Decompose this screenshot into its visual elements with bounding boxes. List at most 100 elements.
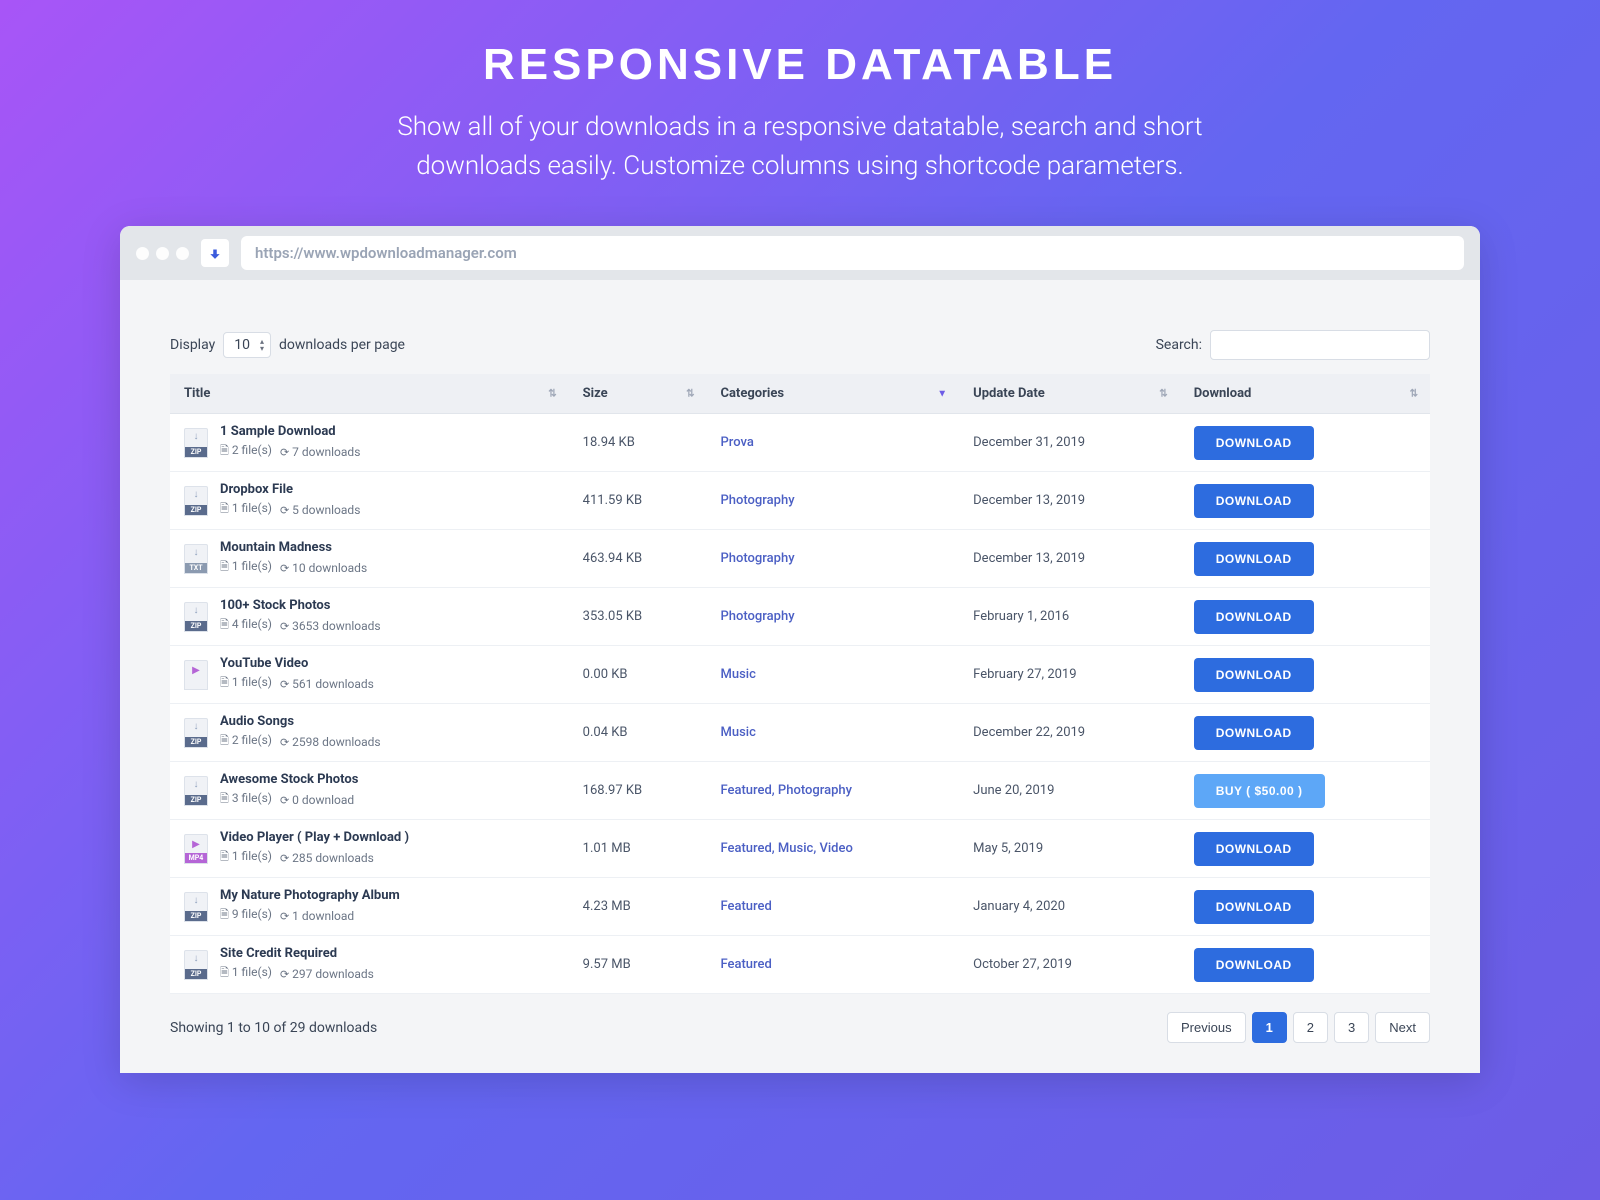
table-row: ↓ZIP Awesome Stock Photos 🗎 3 file(s) ⟳ … (170, 762, 1430, 820)
maximize-icon[interactable] (176, 247, 189, 260)
download-count: ⟳ 10 downloads (280, 561, 367, 575)
col-update-date[interactable]: Update Date⇅ (959, 374, 1180, 414)
date-cell: February 27, 2019 (959, 646, 1180, 704)
download-count: ⟳ 561 downloads (280, 677, 374, 691)
date-cell: December 22, 2019 (959, 704, 1180, 762)
download-count: ⟳ 5 downloads (280, 503, 360, 517)
chevron-updown-icon: ▴▾ (260, 338, 264, 352)
buy-button[interactable]: BUY ( $50.00 ) (1194, 774, 1325, 808)
date-cell: October 27, 2019 (959, 936, 1180, 994)
display-label: Display (170, 337, 215, 353)
table-row: ↓TXT Mountain Madness 🗎 1 file(s) ⟳ 10 d… (170, 530, 1430, 588)
download-count: ⟳ 297 downloads (280, 967, 374, 981)
table-row: ▶MP4 Video Player ( Play + Download ) 🗎 … (170, 820, 1430, 878)
category-link[interactable]: Featured, Music, Video (720, 841, 852, 856)
file-type-icon: ↓TXT (184, 544, 208, 574)
category-link[interactable]: Music (720, 667, 755, 682)
table-row: ↓ZIP My Nature Photography Album 🗎 9 fil… (170, 878, 1430, 936)
date-cell: January 4, 2020 (959, 878, 1180, 936)
date-cell: December 13, 2019 (959, 472, 1180, 530)
date-cell: February 1, 2016 (959, 588, 1180, 646)
download-title[interactable]: My Nature Photography Album (220, 888, 400, 903)
page-number-button[interactable]: 2 (1293, 1012, 1328, 1043)
download-title[interactable]: YouTube Video (220, 656, 374, 671)
download-title[interactable]: Dropbox File (220, 482, 360, 497)
download-button[interactable]: DOWNLOAD (1194, 484, 1314, 518)
category-link[interactable]: Featured (720, 899, 771, 914)
table-row: ▶ YouTube Video 🗎 1 file(s) ⟳ 561 downlo… (170, 646, 1430, 704)
file-type-icon: ▶ (184, 660, 208, 690)
file-type-icon: ↓ZIP (184, 950, 208, 980)
download-count: ⟳ 7 downloads (280, 445, 360, 459)
page-title: RESPONSIVE DATATABLE (80, 40, 1520, 90)
file-type-icon: ↓ZIP (184, 718, 208, 748)
file-count: 🗎 4 file(s) (220, 616, 272, 635)
download-button[interactable]: DOWNLOAD (1194, 948, 1314, 982)
category-link[interactable]: Featured, Photography (720, 783, 852, 798)
size-cell: 1.01 MB (569, 820, 707, 878)
download-title[interactable]: 1 Sample Download (220, 424, 360, 439)
download-button[interactable]: DOWNLOAD (1194, 716, 1314, 750)
app-logo-icon (201, 239, 229, 267)
download-count: ⟳ 3653 downloads (280, 619, 381, 633)
size-cell: 168.97 KB (569, 762, 707, 820)
file-type-icon: ↓ZIP (184, 428, 208, 458)
next-button[interactable]: Next (1375, 1012, 1430, 1043)
size-cell: 18.94 KB (569, 414, 707, 472)
col-size[interactable]: Size⇅ (569, 374, 707, 414)
size-cell: 411.59 KB (569, 472, 707, 530)
download-button[interactable]: DOWNLOAD (1194, 426, 1314, 460)
sort-icon: ⇅ (548, 388, 556, 399)
download-title[interactable]: Mountain Madness (220, 540, 367, 555)
window-controls (136, 247, 189, 260)
close-icon[interactable] (136, 247, 149, 260)
size-cell: 0.04 KB (569, 704, 707, 762)
category-link[interactable]: Photography (720, 493, 794, 508)
size-cell: 463.94 KB (569, 530, 707, 588)
browser-window: https://www.wpdownloadmanager.com Displa… (120, 226, 1480, 1073)
download-button[interactable]: DOWNLOAD (1194, 542, 1314, 576)
download-title[interactable]: Awesome Stock Photos (220, 772, 358, 787)
file-type-icon: ↓ZIP (184, 776, 208, 806)
download-title[interactable]: 100+ Stock Photos (220, 598, 381, 613)
download-button[interactable]: DOWNLOAD (1194, 658, 1314, 692)
category-link[interactable]: Photography (720, 551, 794, 566)
size-cell: 353.05 KB (569, 588, 707, 646)
category-link[interactable]: Featured (720, 957, 771, 972)
per-page-suffix: downloads per page (279, 337, 405, 353)
per-page-select[interactable]: 10 ▴▾ (223, 332, 271, 358)
category-link[interactable]: Photography (720, 609, 794, 624)
date-cell: June 20, 2019 (959, 762, 1180, 820)
page-subtitle: Show all of your downloads in a responsi… (350, 108, 1250, 186)
date-cell: December 13, 2019 (959, 530, 1180, 588)
download-title[interactable]: Video Player ( Play + Download ) (220, 830, 409, 845)
search-label: Search: (1156, 337, 1202, 353)
minimize-icon[interactable] (156, 247, 169, 260)
file-count: 🗎 1 file(s) (220, 848, 272, 867)
table-row: ↓ZIP 1 Sample Download 🗎 2 file(s) ⟳ 7 d… (170, 414, 1430, 472)
table-row: ↓ZIP Audio Songs 🗎 2 file(s) ⟳ 2598 down… (170, 704, 1430, 762)
download-button[interactable]: DOWNLOAD (1194, 890, 1314, 924)
col-categories[interactable]: Categories▼ (706, 374, 959, 414)
download-title[interactable]: Audio Songs (220, 714, 381, 729)
file-count: 🗎 1 file(s) (220, 500, 272, 519)
page-number-button[interactable]: 3 (1334, 1012, 1369, 1043)
file-count: 🗎 1 file(s) (220, 558, 272, 577)
page-number-button[interactable]: 1 (1252, 1012, 1287, 1043)
prev-button[interactable]: Previous (1167, 1012, 1246, 1043)
table-row: ↓ZIP 100+ Stock Photos 🗎 4 file(s) ⟳ 365… (170, 588, 1430, 646)
download-count: ⟳ 285 downloads (280, 851, 374, 865)
download-button[interactable]: DOWNLOAD (1194, 600, 1314, 634)
category-link[interactable]: Music (720, 725, 755, 740)
url-bar[interactable]: https://www.wpdownloadmanager.com (241, 236, 1464, 270)
download-title[interactable]: Site Credit Required (220, 946, 374, 961)
pagination: Previous 123 Next (1167, 1012, 1430, 1043)
col-title[interactable]: Title⇅ (170, 374, 569, 414)
search-input[interactable] (1210, 330, 1430, 360)
file-type-icon: ↓ZIP (184, 486, 208, 516)
sort-icon: ⇅ (686, 388, 694, 399)
file-count: 🗎 1 file(s) (220, 964, 272, 983)
category-link[interactable]: Prova (720, 435, 753, 450)
download-button[interactable]: DOWNLOAD (1194, 832, 1314, 866)
col-download[interactable]: Download⇅ (1180, 374, 1430, 414)
